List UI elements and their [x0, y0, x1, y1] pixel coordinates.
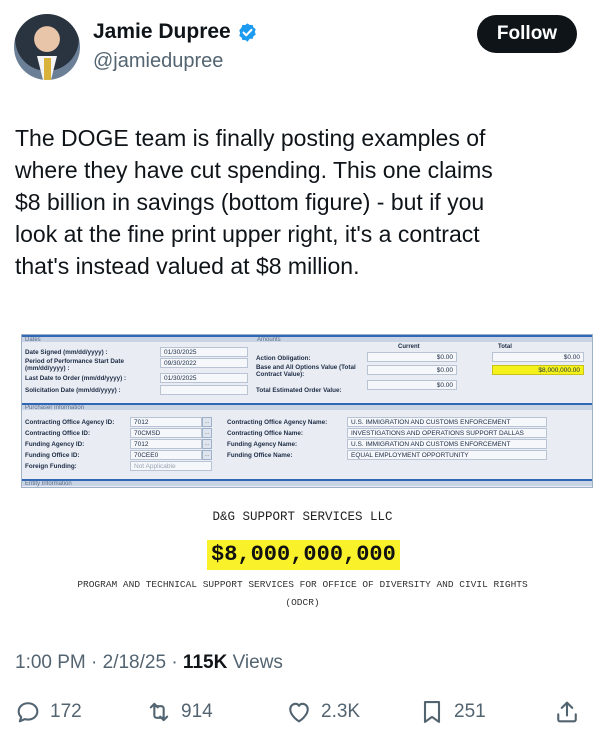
- current-column-header: Current: [398, 344, 420, 350]
- amount-current: $0.00: [367, 365, 457, 375]
- purchaser-value: U.S. IMMIGRATION AND CUSTOMS ENFORCEMENT: [347, 417, 547, 427]
- purchaser-label: Funding Agency Name:: [227, 441, 298, 448]
- amount-current: $0.00: [367, 352, 457, 362]
- dates-section-header: Dates: [22, 335, 254, 343]
- dropdown-icon[interactable]: …: [202, 450, 212, 460]
- bookmark-button[interactable]: 251: [418, 698, 486, 726]
- tweet-timestamp[interactable]: 1:00 PM · 2/18/25 ·: [15, 652, 183, 673]
- reply-icon: [17, 702, 39, 723]
- amount-current: $0.00: [367, 380, 457, 390]
- savings-amount: $8,000,000,000: [207, 540, 400, 570]
- purchaser-value: 70CEE0: [130, 450, 202, 460]
- program-description: PROGRAM AND TECHNICAL SUPPORT SERVICES F…: [15, 576, 590, 612]
- amount-label: Base and All Options Value (Total Contra…: [256, 364, 356, 378]
- amount-label: Action Obligation:: [256, 355, 311, 362]
- purchaser-section-header: Purchaser Information: [22, 403, 592, 411]
- entity-section-header: Entity Information: [22, 479, 592, 487]
- tweet-actions: 172 914 2.3K 251: [0, 698, 603, 732]
- bookmark-count: 251: [454, 701, 486, 722]
- date-value: 01/30/2025: [160, 347, 248, 357]
- reply-count: 172: [50, 701, 82, 722]
- purchaser-label: Contracting Office Name:: [227, 430, 303, 437]
- tweet-line: The DOGE team is finally posting example…: [15, 125, 486, 151]
- company-name: D&G SUPPORT SERVICES LLC: [212, 510, 393, 524]
- like-button[interactable]: 2.3K: [285, 698, 360, 726]
- date-value: [160, 385, 248, 395]
- purchaser-label: Contracting Office Agency ID:: [25, 419, 115, 426]
- reply-button[interactable]: 172: [14, 698, 82, 726]
- share-button[interactable]: [553, 698, 581, 726]
- date-label: Solicitation Date (mm/dd/yyyy) :: [25, 387, 121, 394]
- amount-label: Total Estimated Order Value:: [256, 387, 342, 394]
- repost-button[interactable]: 914: [145, 698, 213, 726]
- dropdown-icon[interactable]: …: [202, 428, 212, 438]
- tweet-meta: 1:00 PM · 2/18/25 · 115K Views: [15, 652, 283, 674]
- tweet-line: look at the fine print upper right, it's…: [15, 221, 480, 247]
- views-count: 115K: [182, 652, 228, 673]
- purchaser-value: U.S. IMMIGRATION AND CUSTOMS ENFORCEMENT: [347, 439, 547, 449]
- author-name[interactable]: Jamie Dupree: [93, 20, 231, 44]
- purchaser-label: Foreign Funding:: [25, 463, 77, 470]
- amount-total-highlighted: $8,000,000.00: [492, 365, 584, 375]
- purchaser-value: Not Applicable: [130, 461, 212, 471]
- tweet-line: that's instead valued at $8 million.: [15, 253, 360, 279]
- dropdown-icon[interactable]: …: [202, 417, 212, 427]
- tweet-text: The DOGE team is finally posting example…: [15, 122, 590, 282]
- purchaser-label: Funding Office ID:: [25, 452, 80, 459]
- like-count: 2.3K: [321, 701, 361, 722]
- author-name-row: Jamie Dupree: [93, 20, 258, 44]
- amount-total: $0.00: [492, 352, 584, 362]
- purchaser-label: Funding Agency ID:: [25, 441, 85, 448]
- repost-count: 914: [181, 701, 213, 722]
- date-value: 09/30/2022: [160, 358, 248, 368]
- date-label: Period of Performance Start Date (mm/dd/…: [25, 358, 125, 372]
- program-line: PROGRAM AND TECHNICAL SUPPORT SERVICES F…: [77, 579, 528, 590]
- heart-icon: [289, 702, 309, 723]
- tweet-line: where they have cut spending. This one c…: [15, 157, 493, 183]
- tweet-line: $8 billion in savings (bottom figure) - …: [15, 189, 485, 215]
- amounts-section-header: Amounts: [254, 335, 592, 343]
- purchaser-value: INVESTIGATIONS AND OPERATIONS SUPPORT DA…: [347, 428, 547, 438]
- avatar-tie: [44, 58, 51, 80]
- total-column-header: Total: [498, 344, 512, 350]
- purchaser-label: Contracting Office Agency Name:: [227, 419, 328, 426]
- dropdown-icon[interactable]: …: [202, 439, 212, 449]
- purchaser-label: Funding Office Name:: [227, 452, 293, 459]
- avatar[interactable]: [14, 14, 80, 80]
- date-value: 01/30/2025: [160, 373, 248, 383]
- views-label: Views: [227, 652, 283, 673]
- purchaser-value: EQUAL EMPLOYMENT OPPORTUNITY: [347, 450, 547, 460]
- program-line: (ODCR): [285, 597, 320, 608]
- tweet-media[interactable]: Dates Amounts Date Signed (mm/dd/yyyy) :…: [15, 328, 593, 618]
- bookmark-icon: [423, 701, 441, 723]
- contract-form-screenshot: Dates Amounts Date Signed (mm/dd/yyyy) :…: [21, 334, 593, 488]
- purchaser-value: 7012: [130, 439, 202, 449]
- purchaser-label: Contracting Office ID:: [25, 430, 91, 437]
- author-handle[interactable]: @jamiedupree: [93, 50, 223, 73]
- purchaser-value: 7012: [130, 417, 202, 427]
- share-icon: [557, 701, 577, 723]
- verified-badge-icon: [239, 22, 256, 42]
- date-label: Last Date to Order (mm/dd/yyyy) :: [25, 375, 127, 382]
- follow-button[interactable]: Follow: [477, 15, 577, 53]
- purchaser-value: 70CMSD: [130, 428, 202, 438]
- date-label: Date Signed (mm/dd/yyyy) :: [25, 349, 108, 356]
- repost-icon: [149, 702, 169, 722]
